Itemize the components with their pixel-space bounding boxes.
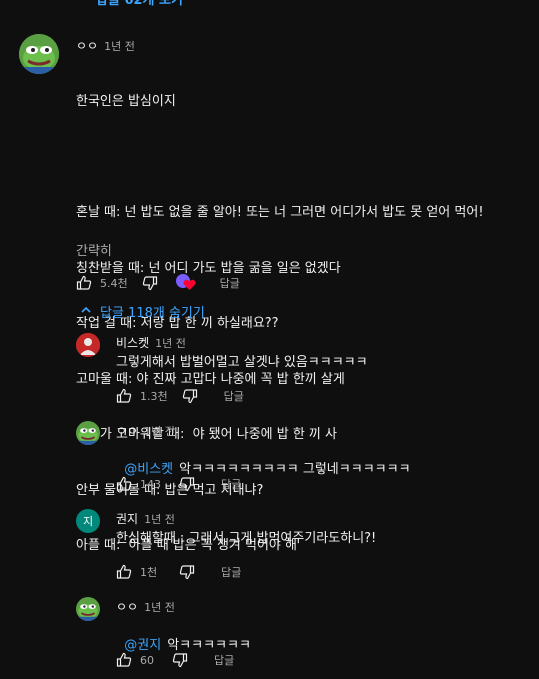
comment-line: 혼날 때: 넌 밥도 없을 줄 알아! 또는 너 그러면 어디가서 밥도 못 얻… [76, 205, 484, 220]
reply-button[interactable]: 답글 [214, 652, 234, 668]
reply-time[interactable]: 1년 전 [155, 335, 186, 351]
like-count: 5.4천 [100, 277, 128, 290]
avatar-letter: 지 [82, 515, 94, 528]
reply-time[interactable]: 1년 전 [144, 423, 175, 439]
mention-link[interactable]: @권지 [124, 638, 161, 653]
thumbs-down-icon[interactable] [182, 388, 198, 404]
comment-time[interactable]: 1년 전 [104, 38, 135, 54]
reply-author[interactable]: 비스켓 [116, 334, 149, 351]
comment-author[interactable]: ㅇㅇ [76, 37, 98, 54]
hide-replies-button[interactable]: 답글 118개 숨기기 [80, 302, 205, 321]
view-replies-label: 답글 62개 보기 [96, 0, 183, 8]
pepe-avatar-icon [19, 34, 59, 74]
comment-line: 한국인은 밥심이지 [76, 94, 176, 109]
reply-text: 한심해할때 : 그래서 그게 밥먹여주기라도하니?! [116, 531, 377, 546]
thumbs-down-icon[interactable] [172, 652, 188, 668]
reply-button[interactable]: 답글 [221, 564, 241, 580]
like-count: 1.3천 [140, 390, 168, 403]
like-count: 1천 [140, 566, 158, 579]
chevron-up-icon [80, 304, 92, 320]
thumbs-up-icon[interactable] [76, 275, 92, 291]
reply-button[interactable]: 답글 [224, 388, 244, 404]
thumbs-down-icon[interactable] [179, 476, 195, 492]
thumbs-up-icon[interactable] [116, 388, 132, 404]
thumbs-up-icon[interactable] [116, 652, 132, 668]
comment-line [76, 149, 484, 168]
hide-replies-label: 답글 118개 숨기기 [100, 306, 205, 321]
reply-text: 악ㅋㅋㅋㅋㅋㅋㅋㅋㅋ 그렇네ㅋㅋㅋㅋㅋㅋ [179, 461, 411, 477]
avatar[interactable]: 지 [76, 509, 100, 533]
reply-author[interactable]: 권지 [116, 510, 138, 527]
thumbs-down-icon[interactable] [179, 564, 195, 580]
like-count: 60 [140, 653, 154, 667]
heart-icon [183, 279, 196, 290]
thumbs-up-icon[interactable] [116, 564, 132, 580]
mention-link[interactable]: @비스켓 [124, 462, 173, 477]
reply-author[interactable]: ㅇㅇ [116, 598, 138, 615]
reply-button[interactable]: 답글 [220, 275, 240, 291]
thumbs-down-icon[interactable] [142, 275, 158, 291]
reply-button[interactable]: 답글 [221, 476, 241, 492]
like-count: 143 [140, 477, 161, 491]
chevron-down-icon [76, 0, 88, 7]
pepe-avatar-icon [76, 597, 100, 621]
creator-heart [175, 274, 198, 292]
reply-time[interactable]: 1년 전 [144, 599, 175, 615]
comment-line: 고마울 때: 야 진짜 고맙다 나중에 꼭 밥 한끼 살게 [76, 371, 345, 387]
avatar[interactable] [76, 333, 100, 357]
reply-author[interactable]: ㅇㅇ [116, 422, 138, 439]
thumbs-up-icon[interactable] [116, 476, 132, 492]
reply-text: 악ㅋㅋㅋㅋㅋㅋ [167, 637, 251, 653]
reply-time[interactable]: 1년 전 [144, 511, 175, 527]
avatar[interactable] [76, 597, 100, 621]
collapse-button[interactable]: 간략히 [76, 240, 112, 259]
person-avatar-icon [76, 333, 100, 357]
avatar[interactable] [19, 34, 59, 74]
reply-text: 그렇게해서 밥벌어멀고 살겟냐 있음ㅋㅋㅋㅋㅋ [116, 355, 368, 370]
pepe-avatar-icon [76, 421, 100, 445]
view-replies-partial[interactable]: 답글 62개 보기 [76, 0, 183, 8]
avatar[interactable] [76, 421, 100, 445]
